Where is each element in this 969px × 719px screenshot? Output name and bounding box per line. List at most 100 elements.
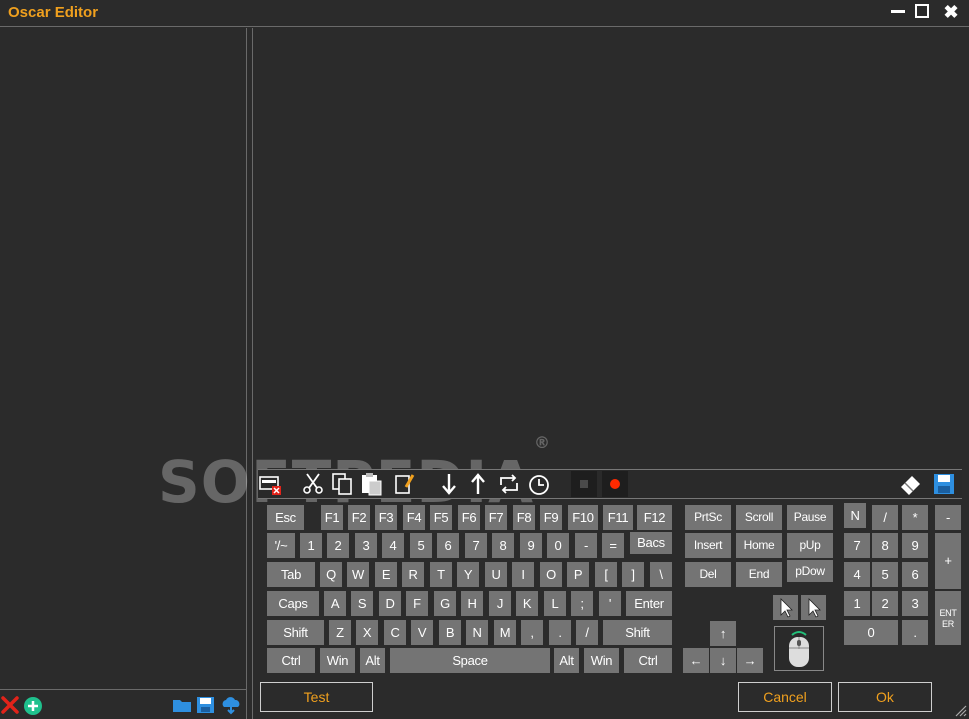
key-c[interactable]: C bbox=[384, 620, 406, 645]
resize-grip-icon[interactable] bbox=[953, 703, 967, 717]
key-b[interactable]: B bbox=[439, 620, 461, 645]
edit-icon[interactable] bbox=[392, 471, 418, 497]
key-page-down[interactable]: pDow bbox=[787, 560, 833, 582]
mouse-icon[interactable] bbox=[774, 626, 824, 671]
key-a[interactable]: A bbox=[324, 591, 346, 616]
key-numlock[interactable]: N bbox=[844, 503, 866, 528]
stop-icon[interactable] bbox=[571, 471, 597, 497]
key-num-3[interactable]: 3 bbox=[902, 591, 928, 616]
key-8[interactable]: 8 bbox=[492, 533, 514, 558]
key-end[interactable]: End bbox=[736, 562, 782, 587]
key-x[interactable]: X bbox=[356, 620, 378, 645]
key-period[interactable]: . bbox=[549, 620, 571, 645]
key-d[interactable]: D bbox=[379, 591, 401, 616]
key-3[interactable]: 3 bbox=[355, 533, 377, 558]
key-v[interactable]: V bbox=[411, 620, 433, 645]
key-h[interactable]: H bbox=[461, 591, 483, 616]
key-num-divide[interactable]: / bbox=[872, 505, 898, 530]
key-0[interactable]: 0 bbox=[547, 533, 569, 558]
key-z[interactable]: Z bbox=[329, 620, 351, 645]
key-k[interactable]: K bbox=[516, 591, 538, 616]
key-win-right[interactable]: Win bbox=[584, 648, 619, 673]
key-f[interactable]: F bbox=[406, 591, 428, 616]
script-editor-area[interactable] bbox=[253, 28, 969, 469]
key-num-7[interactable]: 7 bbox=[844, 533, 870, 558]
key-n[interactable]: N bbox=[466, 620, 488, 645]
key-f5[interactable]: F5 bbox=[430, 505, 452, 530]
key-f1[interactable]: F1 bbox=[321, 505, 343, 530]
key-alt-right[interactable]: Alt bbox=[554, 648, 579, 673]
key-num-5[interactable]: 5 bbox=[872, 562, 898, 587]
key-9[interactable]: 9 bbox=[520, 533, 542, 558]
key-backslash[interactable]: \ bbox=[650, 562, 672, 587]
add-icon[interactable] bbox=[22, 694, 44, 716]
cloud-icon[interactable] bbox=[220, 694, 242, 716]
open-folder-icon[interactable] bbox=[171, 694, 193, 716]
key-num-8[interactable]: 8 bbox=[872, 533, 898, 558]
key-f8[interactable]: F8 bbox=[513, 505, 535, 530]
key-backspace[interactable]: Bacs bbox=[630, 532, 672, 554]
left-click-icon[interactable] bbox=[773, 595, 798, 620]
key-scroll-lock[interactable]: Scroll bbox=[736, 505, 782, 530]
paste-icon[interactable] bbox=[359, 471, 385, 497]
cancel-button[interactable]: Cancel bbox=[738, 682, 832, 712]
minimize-icon[interactable] bbox=[888, 2, 910, 22]
key-arrow-up[interactable]: ↑ bbox=[710, 621, 736, 646]
key-num-plus[interactable]: + bbox=[935, 533, 961, 589]
key-page-up[interactable]: pUp bbox=[787, 533, 833, 558]
key-f12[interactable]: F12 bbox=[637, 505, 672, 530]
key-tab[interactable]: Tab bbox=[267, 562, 315, 587]
loop-icon[interactable] bbox=[496, 471, 522, 497]
key-o[interactable]: O bbox=[540, 562, 562, 587]
key-left-bracket[interactable]: [ bbox=[595, 562, 617, 587]
test-button[interactable]: Test bbox=[260, 682, 373, 712]
clear-icon[interactable] bbox=[258, 471, 284, 497]
key-win-left[interactable]: Win bbox=[320, 648, 355, 673]
key-num-1[interactable]: 1 bbox=[844, 591, 870, 616]
key-shift-left[interactable]: Shift bbox=[267, 620, 324, 645]
copy-icon[interactable] bbox=[330, 471, 356, 497]
key-ctrl-left[interactable]: Ctrl bbox=[267, 648, 315, 673]
key-esc[interactable]: Esc bbox=[267, 505, 304, 530]
key-t[interactable]: T bbox=[430, 562, 452, 587]
up-arrow-icon[interactable] bbox=[465, 471, 491, 497]
key-num-multiply[interactable]: * bbox=[902, 505, 928, 530]
panel-splitter[interactable] bbox=[246, 28, 247, 719]
key-backtick[interactable]: '/~ bbox=[267, 533, 295, 558]
key-r[interactable]: R bbox=[402, 562, 424, 587]
key-comma[interactable]: , bbox=[521, 620, 543, 645]
key-num-4[interactable]: 4 bbox=[844, 562, 870, 587]
key-space[interactable]: Space bbox=[390, 648, 550, 673]
key-semicolon[interactable]: ; bbox=[571, 591, 593, 616]
key-slash[interactable]: / bbox=[576, 620, 598, 645]
key-home[interactable]: Home bbox=[736, 533, 782, 558]
key-m[interactable]: M bbox=[494, 620, 516, 645]
key-arrow-left[interactable]: ← bbox=[683, 648, 709, 673]
key-7[interactable]: 7 bbox=[465, 533, 487, 558]
key-p[interactable]: P bbox=[567, 562, 589, 587]
key-g[interactable]: G bbox=[434, 591, 456, 616]
key-num-0[interactable]: 0 bbox=[844, 620, 898, 645]
key-2[interactable]: 2 bbox=[327, 533, 349, 558]
key-alt-left[interactable]: Alt bbox=[360, 648, 385, 673]
cut-icon[interactable] bbox=[300, 471, 326, 497]
key-i[interactable]: I bbox=[512, 562, 534, 587]
record-icon[interactable] bbox=[602, 471, 628, 497]
maximize-icon[interactable] bbox=[912, 2, 934, 22]
key-f7[interactable]: F7 bbox=[485, 505, 507, 530]
key-f2[interactable]: F2 bbox=[348, 505, 370, 530]
key-arrow-right[interactable]: → bbox=[737, 648, 763, 673]
key-insert[interactable]: Insert bbox=[685, 533, 731, 558]
key-e[interactable]: E bbox=[375, 562, 397, 587]
key-f4[interactable]: F4 bbox=[403, 505, 425, 530]
key-quote[interactable]: ' bbox=[599, 591, 621, 616]
key-printscreen[interactable]: PrtSc bbox=[685, 505, 731, 530]
key-num-2[interactable]: 2 bbox=[872, 591, 898, 616]
key-num-6[interactable]: 6 bbox=[902, 562, 928, 587]
key-num-minus[interactable]: - bbox=[935, 505, 961, 530]
key-right-bracket[interactable]: ] bbox=[622, 562, 644, 587]
key-caps[interactable]: Caps bbox=[267, 591, 319, 616]
key-y[interactable]: Y bbox=[457, 562, 479, 587]
key-f3[interactable]: F3 bbox=[375, 505, 397, 530]
timer-icon[interactable] bbox=[526, 471, 552, 497]
